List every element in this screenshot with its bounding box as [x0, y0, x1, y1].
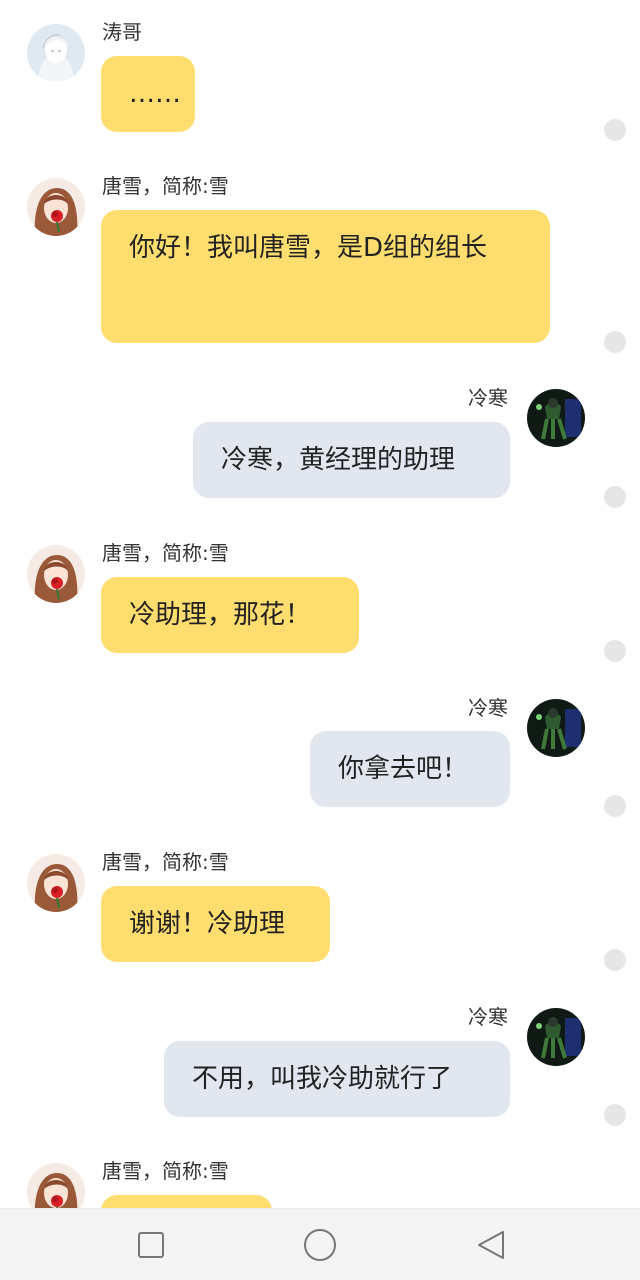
status-dot-icon: [604, 1104, 626, 1126]
home-circle-icon[interactable]: [300, 1225, 340, 1265]
sender-name: 冷寒: [468, 386, 508, 410]
status-dot-icon: [604, 640, 626, 662]
sender-name: 冷寒: [468, 1005, 508, 1029]
message-bubble[interactable]: 你拿去吧！: [310, 731, 510, 807]
dark-figure-avatar-icon[interactable]: [527, 699, 585, 757]
status-dot-icon: [604, 795, 626, 817]
girl-rose-avatar-icon[interactable]: [27, 178, 85, 236]
back-triangle-icon[interactable]: [472, 1225, 512, 1265]
sender-name: 冷寒: [468, 696, 508, 720]
girl-rose-avatar-icon[interactable]: [27, 1163, 85, 1208]
sender-name: 涛哥: [102, 20, 142, 44]
message-bubble[interactable]: 冷助理，那花！: [101, 577, 359, 653]
girl-rose-avatar-icon[interactable]: [27, 545, 85, 603]
status-dot-icon: [604, 949, 626, 971]
dark-figure-avatar-icon[interactable]: [527, 389, 585, 447]
message-bubble[interactable]: 谢谢！冷助理: [101, 886, 330, 962]
message-bubble[interactable]: [101, 1195, 272, 1208]
sender-name: 唐雪，简称:雪: [102, 850, 229, 874]
sender-name: 唐雪，简称:雪: [102, 541, 229, 565]
status-dot-icon: [604, 119, 626, 141]
dark-figure-avatar-icon[interactable]: [527, 1008, 585, 1066]
message-bubble[interactable]: 不用，叫我冷助就行了: [164, 1041, 510, 1117]
sender-name: 唐雪，简称:雪: [102, 174, 229, 198]
recent-apps-square-icon[interactable]: [131, 1225, 171, 1265]
sender-name: 唐雪，简称:雪: [102, 1159, 229, 1183]
message-bubble[interactable]: ……: [101, 56, 195, 132]
status-dot-icon: [604, 331, 626, 353]
message-bubble[interactable]: 冷寒，黄经理的助理: [193, 422, 510, 498]
status-dot-icon: [604, 486, 626, 508]
chat-area[interactable]: 涛哥 …… 唐雪，简称:雪 你好！我叫唐雪，是D组的组长 冷寒 冷寒，黄经理的助…: [0, 0, 640, 1208]
message-bubble[interactable]: 你好！我叫唐雪，是D组的组长: [101, 210, 550, 343]
girl-rose-avatar-icon[interactable]: [27, 854, 85, 912]
boy-avatar-icon[interactable]: [27, 24, 85, 82]
navigation-bar: [0, 1208, 640, 1280]
